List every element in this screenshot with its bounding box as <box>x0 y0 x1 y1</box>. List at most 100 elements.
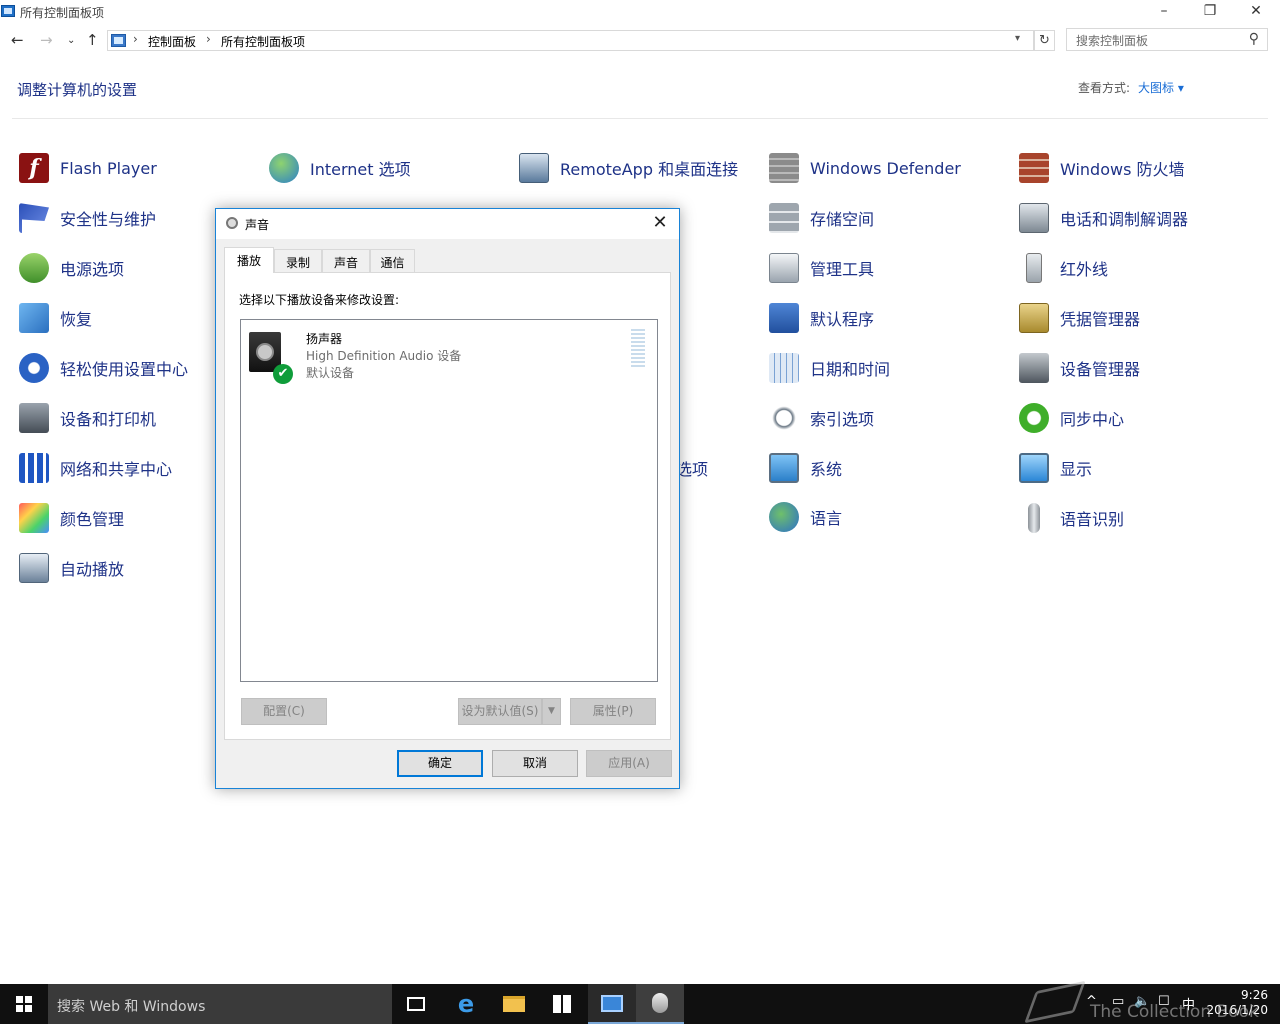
cp-item-windows-firewall[interactable]: Windows 防火墙 <box>1017 150 1185 186</box>
cp-item-remoteapp[interactable]: RemoteApp 和桌面连接 <box>517 150 738 186</box>
calendar-clock-icon <box>767 351 801 385</box>
taskbar-store[interactable] <box>538 984 586 1024</box>
cp-item-speech-recognition[interactable]: 语音识别 <box>1017 500 1124 536</box>
set-default-dropdown-icon[interactable]: ▼ <box>542 698 561 725</box>
cp-item-system[interactable]: 系统 <box>767 450 842 486</box>
close-window-button[interactable]: ✕ <box>1233 0 1279 24</box>
breadcrumb-control-panel[interactable]: 控制面板 <box>148 33 196 50</box>
speaker-small-icon <box>226 217 238 229</box>
tab-communications[interactable]: 通信 <box>370 249 415 272</box>
minimize-button[interactable]: – <box>1141 0 1187 24</box>
restore-button[interactable]: ❐ <box>1187 0 1233 24</box>
cp-item-indexing-options[interactable]: 索引选项 <box>767 400 874 436</box>
back-arrow-icon[interactable]: ← <box>11 31 24 49</box>
control-panel-small-icon <box>111 34 126 47</box>
address-dropdown-icon[interactable]: ▾ <box>1015 33 1020 44</box>
cp-item-power-options[interactable]: 电源选项 <box>17 250 124 286</box>
internet-options-icon <box>267 151 301 185</box>
up-arrow-icon[interactable]: ↑ <box>86 31 99 49</box>
castle-wall-icon <box>767 151 801 185</box>
dialog-close-button[interactable]: ✕ <box>647 212 673 236</box>
printer-icon <box>17 401 51 435</box>
folder-icon <box>503 996 525 1012</box>
cp-item-device-manager[interactable]: 设备管理器 <box>1017 350 1140 386</box>
cp-item-infrared[interactable]: 红外线 <box>1017 250 1108 286</box>
ok-button[interactable]: 确定 <box>397 750 483 777</box>
view-by-dropdown[interactable]: 大图标 ▾ <box>1138 81 1184 95</box>
search-placeholder: 搜索控制面板 <box>1076 34 1149 48</box>
task-view-button[interactable] <box>392 984 440 1024</box>
cp-item-recovery[interactable]: 恢复 <box>17 300 92 336</box>
search-input[interactable]: 搜索控制面板 ⚲ <box>1066 28 1268 51</box>
cp-item-network-sharing[interactable]: 网络和共享中心 <box>17 450 172 486</box>
default-check-icon: ✔ <box>273 364 293 384</box>
view-by-label: 查看方式: <box>1078 81 1131 95</box>
cp-item-credential-manager[interactable]: 凭据管理器 <box>1017 300 1140 336</box>
forward-arrow-icon[interactable]: → <box>40 31 53 49</box>
sync-arrows-icon <box>1017 401 1051 435</box>
taskbar-file-explorer[interactable] <box>490 984 538 1024</box>
divider <box>12 118 1268 119</box>
ease-of-access-icon <box>17 351 51 385</box>
cp-item-flash-player[interactable]: f Flash Player <box>17 150 157 186</box>
cp-item-phone-modem[interactable]: 电话和调制解调器 <box>1017 200 1188 236</box>
taskbar-control-panel[interactable] <box>588 984 636 1024</box>
cp-item-admin-tools[interactable]: 管理工具 <box>767 250 874 286</box>
taskbar-sound[interactable] <box>636 984 684 1024</box>
set-default-button[interactable]: 设为默认值(S) <box>458 698 542 725</box>
address-bar[interactable]: › 控制面板 › 所有控制面板项 <box>107 30 1034 51</box>
cancel-button[interactable]: 取消 <box>492 750 578 777</box>
magnifier-icon <box>767 401 801 435</box>
view-by: 查看方式: 大图标 ▾ <box>1078 79 1184 96</box>
device-list[interactable]: ✔ 扬声器 High Definition Audio 设备 默认设备 <box>240 319 658 682</box>
cp-item-display[interactable]: 显示 <box>1017 450 1092 486</box>
cp-item-color-management[interactable]: 颜色管理 <box>17 500 124 536</box>
computer-monitor-icon <box>767 451 801 485</box>
storage-icon <box>767 201 801 235</box>
tab-playback[interactable]: 播放 <box>224 247 274 273</box>
volume-meter <box>631 329 645 367</box>
cp-item-autoplay[interactable]: 自动播放 <box>17 550 124 586</box>
chevron-right-icon[interactable]: › <box>133 32 138 46</box>
edge-icon: e <box>457 990 475 1018</box>
cp-item-date-time[interactable]: 日期和时间 <box>767 350 890 386</box>
apply-button[interactable]: 应用(A) <box>586 750 672 777</box>
properties-button[interactable]: 属性(P) <box>570 698 656 725</box>
cp-item-security-maintenance[interactable]: 安全性与维护 <box>17 200 156 236</box>
speaker-device-icon: ✔ <box>249 332 293 384</box>
cp-item-partial-options[interactable]: 选项 <box>676 450 708 486</box>
taskbar-edge[interactable]: e <box>442 984 490 1024</box>
default-programs-icon <box>767 301 801 335</box>
task-view-icon <box>407 997 425 1011</box>
cp-item-devices-printers[interactable]: 设备和打印机 <box>17 400 156 436</box>
instruction-text: 选择以下播放设备来修改设置: <box>239 293 400 307</box>
breadcrumb-all-items[interactable]: 所有控制面板项 <box>221 33 305 50</box>
playback-panel: 选择以下播放设备来修改设置: ✔ 扬声器 High Definition Aud… <box>224 272 671 740</box>
cp-item-internet-options[interactable]: Internet 选项 <box>267 150 411 186</box>
clock-time: 9:26 <box>1241 988 1268 1002</box>
window-title: 所有控制面板项 <box>20 6 105 20</box>
refresh-icon[interactable]: ↻ <box>1034 30 1055 51</box>
cp-item-storage-spaces[interactable]: 存储空间 <box>767 200 874 236</box>
dialog-title-bar[interactable]: 声音 ✕ <box>216 209 679 239</box>
chevron-right-icon[interactable]: › <box>206 32 211 46</box>
microphone-icon <box>1017 501 1051 535</box>
cp-item-language[interactable]: 语言 <box>767 499 842 535</box>
cp-item-ease-of-access[interactable]: 轻松使用设置中心 <box>17 350 188 386</box>
recent-locations-chevron-icon[interactable]: ⌄ <box>67 35 75 46</box>
control-panel-taskbar-icon <box>601 994 623 1012</box>
tab-recording[interactable]: 录制 <box>274 249 322 272</box>
network-icon <box>17 451 51 485</box>
autoplay-icon <box>17 551 51 585</box>
firewall-icon <box>1017 151 1051 185</box>
cp-item-windows-defender[interactable]: Windows Defender <box>767 150 961 186</box>
configure-button[interactable]: 配置(C) <box>241 698 327 725</box>
device-status: 默认设备 <box>306 366 355 380</box>
cp-item-default-programs[interactable]: 默认程序 <box>767 300 874 336</box>
battery-power-icon <box>17 251 51 285</box>
taskbar-search-box[interactable]: 搜索 Web 和 Windows <box>48 984 392 1024</box>
cp-item-sync-center[interactable]: 同步中心 <box>1017 400 1124 436</box>
tab-sounds[interactable]: 声音 <box>322 249 370 272</box>
start-button[interactable] <box>0 984 48 1024</box>
store-bag-icon <box>553 995 571 1013</box>
